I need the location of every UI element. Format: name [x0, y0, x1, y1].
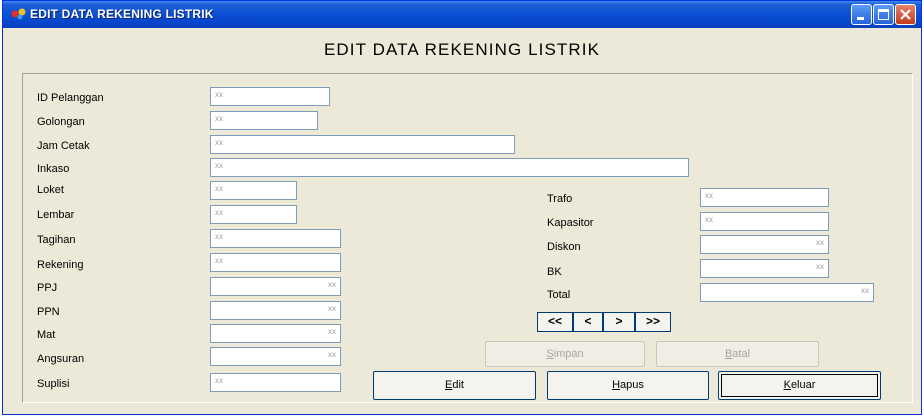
input-mat[interactable]: xx — [210, 324, 341, 343]
label-jam-cetak: Jam Cetak — [37, 140, 90, 152]
nav-first-button[interactable]: << — [537, 312, 573, 332]
hapus-shortcut: H — [612, 379, 621, 391]
input-angsuran[interactable]: xx — [210, 347, 341, 366]
label-ppn: PPN — [37, 306, 60, 318]
label-golongan: Golongan — [37, 116, 85, 128]
input-lembar[interactable]: xx — [210, 205, 297, 224]
label-trafo: Trafo — [547, 193, 573, 205]
label-loket: Loket — [37, 184, 64, 196]
label-lembar: Lembar — [37, 209, 75, 221]
input-id-pelanggan[interactable]: xx — [210, 87, 330, 106]
app-window: EDIT DATA REKENING LISTRIK EDIT DATA REK… — [2, 0, 922, 415]
label-kapasitor: Kapasitor — [547, 217, 594, 229]
input-inkaso[interactable]: xx — [210, 158, 689, 177]
hapus-label: apus — [620, 379, 644, 391]
batal-label: atal — [732, 348, 751, 360]
keluar-label: eluar — [790, 379, 816, 391]
hapus-button[interactable]: Hapus — [547, 371, 709, 400]
edit-button[interactable]: Edit — [373, 371, 536, 400]
input-kapasitor[interactable]: xx — [700, 212, 829, 231]
input-ppj[interactable]: xx — [210, 277, 341, 296]
label-inkaso: Inkaso — [37, 163, 70, 175]
nav-last-button[interactable]: >> — [635, 312, 671, 332]
form-heading: EDIT DATA REKENING LISTRIK — [323, 40, 601, 59]
input-golongan[interactable]: xx — [210, 111, 318, 130]
minimize-button[interactable] — [851, 4, 872, 25]
label-rekening: Rekening — [37, 259, 84, 271]
batal-button[interactable]: Batal — [656, 341, 819, 367]
input-total[interactable]: xx — [700, 283, 874, 302]
label-angsuran: Angsuran — [37, 353, 85, 365]
edit-label: dit — [452, 379, 464, 391]
close-icon — [900, 9, 911, 20]
window-title: EDIT DATA REKENING LISTRIK — [30, 7, 214, 21]
input-diskon[interactable]: xx — [700, 235, 829, 254]
maximize-button[interactable] — [873, 4, 894, 25]
input-tagihan[interactable]: xx — [210, 229, 341, 248]
input-jam-cetak[interactable]: xx — [210, 135, 515, 154]
minimize-icon — [857, 17, 864, 20]
input-loket[interactable]: xx — [210, 181, 297, 200]
input-bk[interactable]: xx — [700, 259, 829, 278]
title-bar[interactable]: EDIT DATA REKENING LISTRIK — [3, 1, 921, 28]
keluar-shortcut: K — [783, 379, 791, 391]
simpan-button[interactable]: Simpan — [485, 341, 645, 367]
input-trafo[interactable]: xx — [700, 188, 829, 207]
app-icon — [11, 8, 26, 20]
nav-next-button[interactable]: > — [603, 312, 635, 332]
label-bk: BK — [547, 266, 562, 278]
nav-prev-button[interactable]: < — [573, 312, 603, 332]
maximize-icon — [878, 9, 889, 20]
input-suplisi[interactable]: xx — [210, 373, 341, 392]
simpan-shortcut: S — [546, 348, 554, 360]
keluar-button[interactable]: Keluar — [718, 371, 881, 400]
close-button[interactable] — [895, 4, 916, 25]
label-ppj: PPJ — [37, 282, 58, 294]
label-total: Total — [547, 289, 571, 301]
label-mat: Mat — [37, 329, 56, 341]
input-ppn[interactable]: xx — [210, 301, 341, 320]
label-diskon: Diskon — [547, 241, 581, 253]
simpan-label: impan — [553, 348, 584, 360]
input-rekening[interactable]: xx — [210, 253, 341, 272]
label-id-pelanggan: ID Pelanggan — [37, 92, 104, 104]
label-suplisi: Suplisi — [37, 378, 70, 390]
label-tagihan: Tagihan — [37, 234, 76, 246]
